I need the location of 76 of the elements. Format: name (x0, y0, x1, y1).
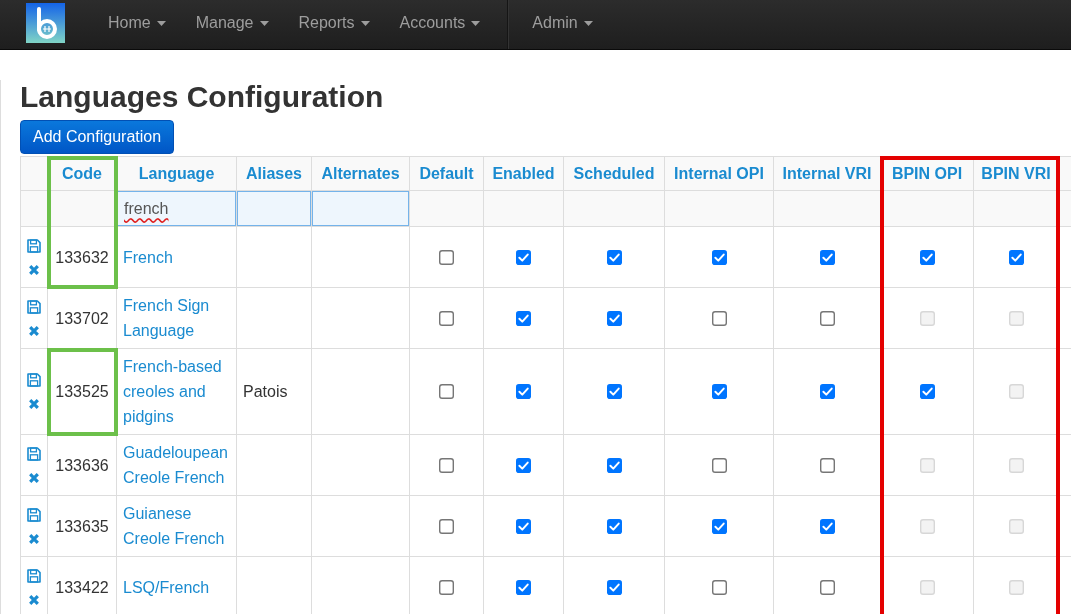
checkbox[interactable] (439, 457, 454, 473)
column-header[interactable]: Aliases (237, 157, 312, 191)
column-header[interactable]: Language (117, 157, 237, 191)
checkbox[interactable] (711, 249, 727, 265)
code-cell: 133422 (48, 557, 117, 614)
language-link[interactable]: Guadeloupean Creole French (123, 440, 230, 490)
checkbox[interactable] (606, 310, 622, 326)
checkbox[interactable] (439, 579, 454, 595)
x-mark-icon[interactable] (28, 263, 40, 276)
checkbox[interactable] (819, 249, 835, 265)
checkbox[interactable] (516, 518, 531, 534)
column-header[interactable]: Internal OPI (665, 157, 774, 191)
filter-field[interactable] (312, 191, 409, 226)
nav-menu[interactable]: Admin (517, 6, 608, 40)
x-mark-icon[interactable] (28, 471, 40, 484)
checkbox[interactable] (919, 249, 935, 265)
language-link[interactable]: LSQ/French (123, 574, 210, 600)
nav-menu[interactable]: Accounts (384, 6, 496, 40)
checkbox[interactable] (439, 249, 454, 265)
alias-cell: Patois (237, 349, 312, 435)
checkbox[interactable] (819, 457, 835, 473)
code-cell: 133635 (48, 496, 117, 557)
x-mark-icon[interactable] (28, 324, 40, 337)
checkbox[interactable] (711, 384, 727, 399)
column-header[interactable]: Enabled (484, 157, 564, 191)
column-header[interactable]: Internal VRI (774, 157, 881, 191)
nav-menu[interactable]: Reports (283, 6, 385, 40)
checkbox[interactable] (516, 310, 531, 326)
filter-field[interactable] (237, 191, 311, 226)
checkbox[interactable] (606, 384, 622, 399)
language-link[interactable]: Guianese Creole French (123, 501, 230, 551)
caret-icon (471, 20, 481, 26)
x-mark-icon[interactable] (28, 593, 40, 606)
add-configuration-button[interactable]: Add Configuration (20, 120, 175, 154)
logo-icon[interactable] (26, 3, 65, 43)
checkbox[interactable] (606, 518, 622, 534)
caret-icon (156, 20, 166, 26)
checkbox[interactable] (819, 310, 835, 326)
code-cell: 133636 (48, 435, 117, 496)
column-header[interactable]: Default (410, 157, 484, 191)
checkbox[interactable] (516, 457, 531, 473)
x-mark-icon[interactable] (28, 398, 40, 410)
checkbox[interactable] (606, 457, 622, 473)
code-cell: 133632 (48, 227, 117, 288)
column-header[interactable]: Alternates (312, 157, 410, 191)
filter-field[interactable]: french (117, 191, 236, 226)
checkbox[interactable] (606, 579, 622, 595)
language-link[interactable]: French-based creoles and pidgins (123, 354, 230, 429)
checkbox[interactable] (439, 384, 454, 399)
nav-menu[interactable]: Home (93, 6, 181, 40)
checkbox[interactable] (711, 579, 727, 595)
checkbox[interactable] (919, 384, 935, 399)
checkbox[interactable] (711, 457, 727, 473)
language-link[interactable]: French Sign Language (123, 293, 230, 343)
nav-menu[interactable]: Manage (180, 6, 284, 40)
caret-icon (360, 20, 370, 26)
caret-icon (259, 20, 269, 26)
checkbox[interactable] (711, 518, 727, 534)
checkbox[interactable] (819, 384, 835, 399)
checkbox[interactable] (606, 249, 622, 265)
checkbox[interactable] (819, 579, 835, 595)
caret-icon (583, 20, 593, 26)
checkbox[interactable] (516, 384, 531, 399)
checkbox[interactable] (516, 249, 531, 265)
code-cell: 133702 (48, 288, 117, 349)
checkbox[interactable] (439, 518, 454, 534)
checkbox[interactable] (439, 310, 454, 326)
code-cell: 133525 (48, 349, 117, 435)
language-link[interactable]: French (123, 244, 173, 270)
checkbox[interactable] (711, 310, 727, 326)
checkbox[interactable] (819, 518, 835, 534)
checkbox[interactable] (1008, 249, 1024, 265)
checkbox[interactable] (516, 579, 531, 595)
column-header[interactable]: Scheduled (564, 157, 665, 191)
x-mark-icon[interactable] (28, 532, 40, 545)
page-title: Languages Configuration (20, 80, 384, 113)
